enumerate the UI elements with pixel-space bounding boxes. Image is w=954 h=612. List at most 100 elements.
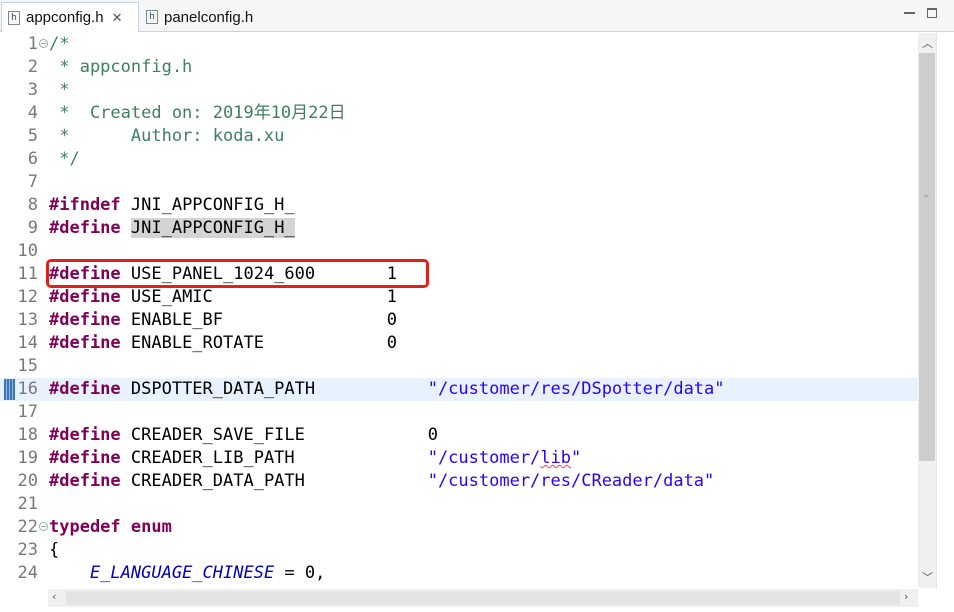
code-line[interactable]: 22− typedef enum <box>0 516 918 539</box>
line-number: 12 <box>17 287 38 307</box>
code-token: typedef <box>49 517 121 537</box>
code-token: DSPOTTER_DATA_PATH <box>120 379 428 399</box>
horizontal-scroll-thumb[interactable] <box>66 591 900 605</box>
code-token: " <box>571 448 582 468</box>
maximize-icon <box>927 8 937 18</box>
line-number: 2 <box>27 57 38 77</box>
code-line[interactable]: 6 */ <box>0 148 918 171</box>
code-token: * <box>49 80 70 100</box>
code-text: /* <box>49 33 69 56</box>
code-token: #define <box>49 425 121 445</box>
line-number: 3 <box>27 80 38 100</box>
minimize-button[interactable] <box>904 6 915 14</box>
scroll-down-icon[interactable]: ﹀ <box>922 569 933 585</box>
code-token: * appconfig.h <box>49 57 193 77</box>
code-text: */ <box>49 148 80 171</box>
code-token: #define <box>49 310 121 330</box>
vertical-scroll-thumb[interactable]: ═ <box>919 53 935 461</box>
line-number: 7 <box>27 172 38 192</box>
fold-toggle-icon[interactable]: − <box>39 39 48 48</box>
line-number: 16 <box>17 379 38 399</box>
line-number: 20 <box>17 471 38 491</box>
close-icon[interactable]: ✕ <box>112 10 123 26</box>
code-text: #define ENABLE_BF 0 <box>49 309 397 332</box>
code-text: #define ENABLE_ROTATE 0 <box>49 332 397 355</box>
code-line[interactable]: 19 #define CREADER_LIB_PATH "/customer/li… <box>0 447 918 470</box>
editor-tab-bar: h appconfig.h ✕ h panelconfig.h <box>0 0 954 32</box>
scroll-right-icon[interactable]: › <box>904 590 908 603</box>
overview-ruler <box>936 33 954 588</box>
line-number: 8 <box>27 195 38 215</box>
fold-toggle-icon[interactable]: − <box>39 522 48 531</box>
line-number: 18 <box>17 425 38 445</box>
code-token: #define <box>49 333 121 353</box>
code-line[interactable]: 9 #define JNI_APPCONFIG_H_ <box>0 217 918 240</box>
code-token: CREADER_SAVE_FILE 0 <box>120 425 438 445</box>
code-editor[interactable]: 1−/* 2 * appconfig.h 3 * 4 * Created on: 20… <box>0 33 918 588</box>
vertical-scrollbar[interactable]: ︿ ═ ﹀ <box>918 33 936 588</box>
code-line[interactable]: 14 #define ENABLE_ROTATE 0 <box>0 332 918 355</box>
line-number: 6 <box>27 149 38 169</box>
code-line[interactable]: 12 #define USE_AMIC 1 <box>0 286 918 309</box>
code-line[interactable]: 13 #define ENABLE_BF 0 <box>0 309 918 332</box>
code-text: * Author: koda.xu <box>49 125 284 148</box>
code-line[interactable]: 18 #define CREADER_SAVE_FILE 0 <box>0 424 918 447</box>
code-token: enum <box>130 517 172 537</box>
line-number: 13 <box>17 310 38 330</box>
code-token: ENABLE_BF 0 <box>120 310 397 330</box>
code-line[interactable]: 16 #define DSPOTTER_DATA_PATH "/customer/… <box>0 378 918 401</box>
code-token: */ <box>49 149 80 169</box>
code-token: #define <box>49 448 121 468</box>
line-number: 23 <box>17 540 38 560</box>
code-token: /* <box>49 34 70 54</box>
scroll-up-icon[interactable]: ︿ <box>922 35 933 51</box>
line-number: 22 <box>17 517 38 537</box>
grip-icon: ═ <box>924 192 929 200</box>
code-text: #define CREADER_DATA_PATH "/customer/res… <box>49 470 714 493</box>
code-line[interactable]: 21 <box>0 493 918 516</box>
code-line[interactable]: 23 { <box>0 539 918 562</box>
code-token: "/customer/res/DSpotter/data" <box>427 379 725 399</box>
code-token: "/customer/ <box>427 448 541 468</box>
code-token: #define <box>49 218 121 238</box>
horizontal-scrollbar[interactable]: ‹ › <box>48 589 918 607</box>
code-line[interactable]: 8 #ifndef JNI_APPCONFIG_H_ <box>0 194 918 217</box>
tab-appconfig-h[interactable]: h appconfig.h ✕ <box>1 2 139 32</box>
code-text: #define CREADER_LIB_PATH "/customer/lib" <box>49 447 581 470</box>
h-file-icon: h <box>8 10 20 25</box>
code-token: USE_AMIC 1 <box>120 287 397 307</box>
code-token: * Created on: 2019年10月22日 <box>49 103 346 123</box>
line-number: 4 <box>27 103 38 123</box>
line-number: 14 <box>17 333 38 353</box>
code-text: #define USE_AMIC 1 <box>49 286 397 309</box>
code-text: #define CREADER_SAVE_FILE 0 <box>49 424 438 447</box>
code-line[interactable]: 4 * Created on: 2019年10月22日 <box>0 102 918 125</box>
code-line[interactable]: 15 <box>0 355 918 378</box>
code-token: lib <box>540 448 572 468</box>
code-token: JNI_APPCONFIG_H_ <box>130 218 295 238</box>
code-token: { <box>49 540 60 560</box>
code-text: #define DSPOTTER_DATA_PATH "/customer/re… <box>49 378 725 401</box>
maximize-button[interactable] <box>927 6 937 18</box>
code-token: JNI_APPCONFIG_H_ <box>120 195 295 215</box>
code-line[interactable]: 1−/* <box>0 33 918 56</box>
code-token: = 0, <box>274 563 326 583</box>
code-line[interactable]: 5 * Author: koda.xu <box>0 125 918 148</box>
code-token: #define <box>49 471 121 491</box>
minimize-icon <box>904 12 915 14</box>
code-token: E_LANGUAGE_CHINESE <box>89 563 275 583</box>
scroll-left-icon[interactable]: ‹ <box>52 590 56 603</box>
tab-panelconfig-h[interactable]: h panelconfig.h <box>140 2 266 32</box>
code-token: "/customer/res/CReader/data" <box>427 471 715 491</box>
code-line[interactable]: 7 <box>0 171 918 194</box>
code-line[interactable]: 3 * <box>0 79 918 102</box>
code-line[interactable]: 24 E_LANGUAGE_CHINESE = 0, <box>0 562 918 585</box>
code-text: typedef enum <box>49 516 172 539</box>
code-line[interactable]: 17 <box>0 401 918 424</box>
code-line[interactable]: 2 * appconfig.h <box>0 56 918 79</box>
line-number: 9 <box>27 218 38 238</box>
line-number: 17 <box>17 402 38 422</box>
code-line[interactable]: 20 #define CREADER_DATA_PATH "/customer/r… <box>0 470 918 493</box>
line-number: 24 <box>17 563 38 583</box>
